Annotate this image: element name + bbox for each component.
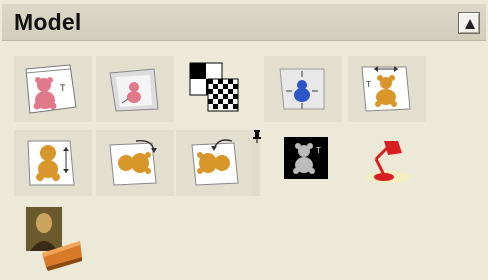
bear-grayscale-tool[interactable]: T xyxy=(270,130,348,196)
rotate-ccw-icon xyxy=(191,139,239,186)
pin-icon[interactable] xyxy=(252,128,262,144)
flip-vertical-icon xyxy=(27,140,75,186)
bear-flip-vertical-tool[interactable] xyxy=(14,130,92,196)
panel-header: Model xyxy=(2,4,486,41)
svg-text:T: T xyxy=(316,146,321,155)
bear-document-icon: T xyxy=(25,64,77,114)
panel-title: Model xyxy=(14,9,82,35)
move-arrows-icon xyxy=(279,68,325,110)
checker-swap-tool[interactable] xyxy=(176,56,254,122)
model-panel: Model T T T xyxy=(0,0,488,280)
bear-document-tool[interactable]: T xyxy=(14,56,92,122)
bear-rotate-cw-tool[interactable] xyxy=(96,130,174,196)
bear-document-tilted-icon xyxy=(109,68,159,112)
collapse-button[interactable] xyxy=(458,12,480,34)
grayscale-bear-icon: T xyxy=(284,137,328,179)
rotate-cw-icon xyxy=(109,140,157,186)
portrait-book-icon xyxy=(26,207,82,271)
mona-lisa-book-tool[interactable] xyxy=(14,200,92,271)
svg-text:T: T xyxy=(60,83,66,93)
triangle-up-icon xyxy=(465,19,475,29)
checkerboard-icon xyxy=(189,62,239,112)
bear-tilted-document-tool[interactable] xyxy=(96,56,174,122)
bear-rotate-ccw-tool[interactable] xyxy=(176,130,254,196)
blue-bear-move-tool[interactable] xyxy=(264,56,342,122)
svg-text:T: T xyxy=(366,80,371,89)
lamp-tool[interactable] xyxy=(348,130,426,196)
desk-lamp-icon xyxy=(366,141,410,183)
scale-arrows-icon: T xyxy=(361,66,411,112)
bear-scale-tool[interactable]: T xyxy=(348,56,426,122)
